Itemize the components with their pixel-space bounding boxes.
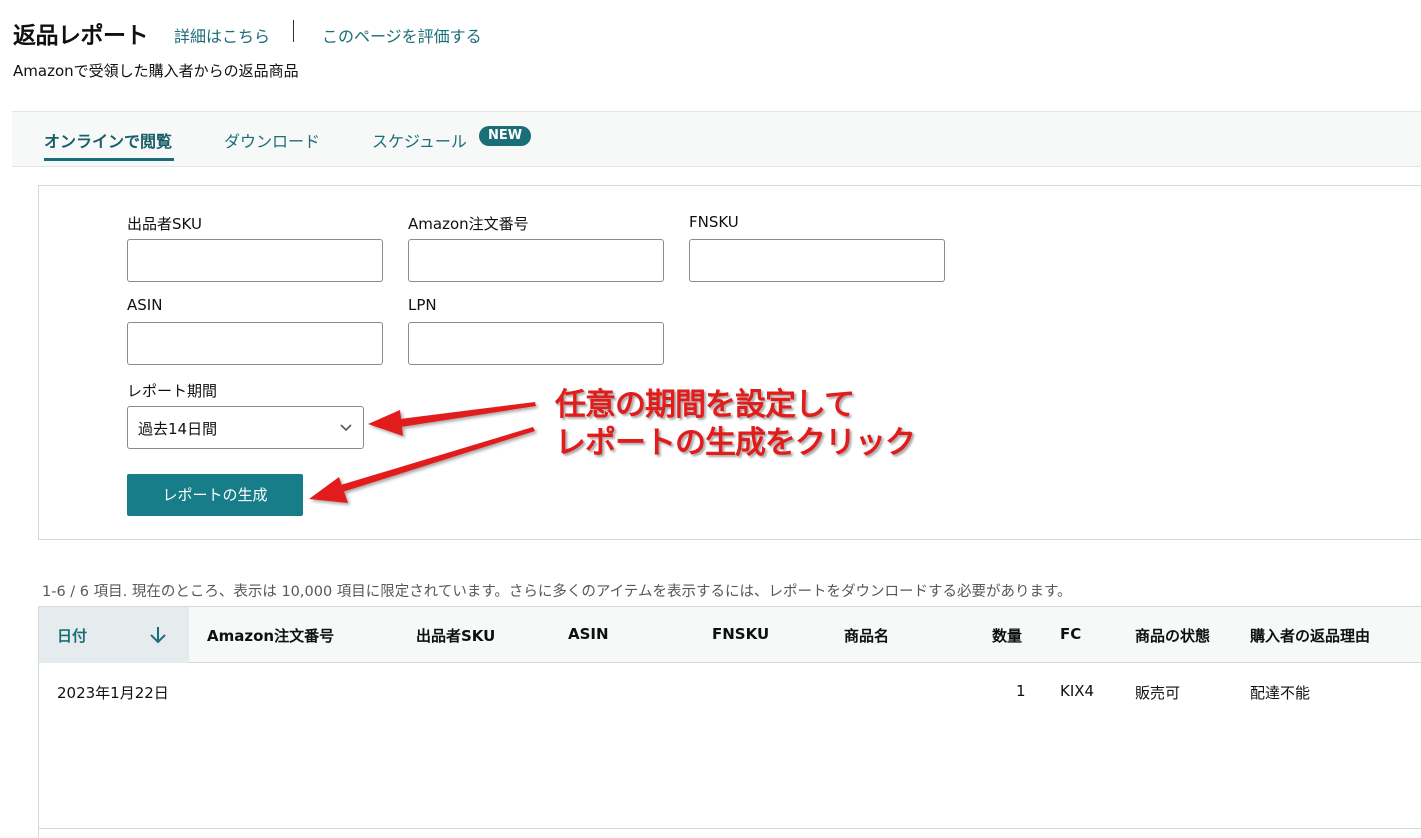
column-header-date[interactable]: 日付 — [57, 625, 87, 646]
results-count-info: 1-6 / 6 項目. 現在のところ、表示は 10,000 項目に限定されていま… — [42, 584, 1072, 600]
column-header-fnsku[interactable]: FNSKU — [712, 625, 769, 643]
column-header-product-name[interactable]: 商品名 — [844, 625, 889, 646]
column-header-quantity[interactable]: 数量 — [992, 625, 1022, 646]
table-header: 日付 Amazon注文番号 出品者SKU ASIN FNSKU 商品名 数量 F… — [39, 606, 1421, 663]
column-header-return-reason[interactable]: 購入者の返品理由 — [1250, 625, 1370, 646]
column-header-fc[interactable]: FC — [1060, 625, 1081, 643]
sort-descending-icon[interactable] — [149, 625, 167, 645]
column-header-condition[interactable]: 商品の状態 — [1135, 625, 1210, 646]
table-row-divider — [39, 828, 1421, 829]
cell-date: 2023年1月22日 — [57, 684, 169, 702]
annotation-line-1: 任意の期間を設定して — [555, 387, 855, 423]
cell-quantity: 1 — [1016, 682, 1026, 700]
column-header-asin[interactable]: ASIN — [568, 625, 609, 643]
arrow-to-generate-button — [309, 427, 535, 503]
returns-table: 日付 Amazon注文番号 出品者SKU ASIN FNSKU 商品名 数量 F… — [38, 606, 1421, 838]
annotation-line-2: レポートの生成をクリック — [555, 425, 916, 461]
column-header-order-id[interactable]: Amazon注文番号 — [207, 625, 334, 646]
arrow-to-period-select — [368, 402, 536, 436]
cell-fc: KIX4 — [1060, 682, 1095, 700]
column-header-seller-sku[interactable]: 出品者SKU — [416, 625, 495, 646]
cell-return-reason: 配達不能 — [1250, 684, 1311, 702]
cell-condition: 販売可 — [1135, 684, 1181, 702]
